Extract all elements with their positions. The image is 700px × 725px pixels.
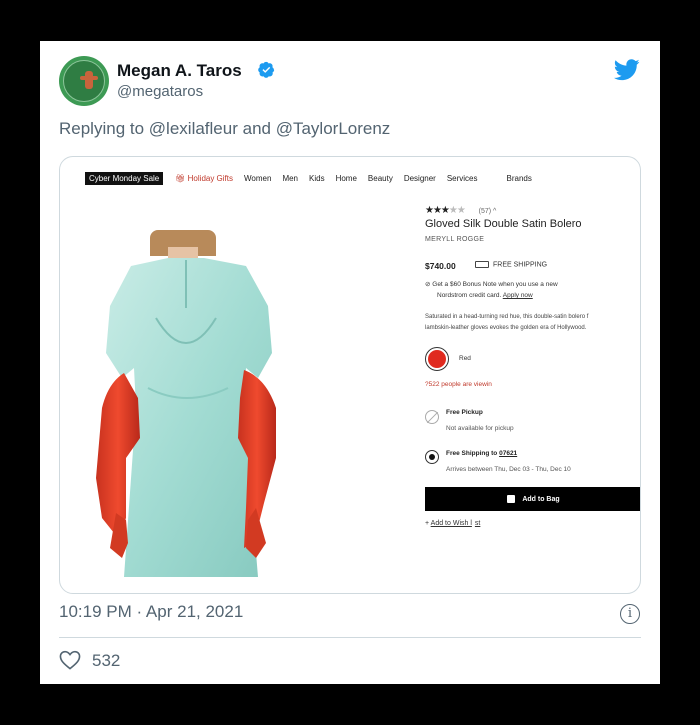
- author-handle[interactable]: @megataros: [117, 83, 203, 100]
- replying-and: and: [242, 119, 271, 138]
- avatar-figure: [85, 71, 93, 89]
- verified-badge-icon: [258, 61, 275, 78]
- nav-holiday-gifts: 🎁︎ Holiday Gifts: [175, 174, 233, 183]
- bonus-line-1: Get a $60 Bonus Note when you use a new: [432, 281, 558, 288]
- avatar[interactable]: [59, 56, 109, 106]
- desc-line-2: lambskin-leather gloves evokes the golde…: [425, 325, 587, 331]
- shipping-radio-selected: [425, 450, 439, 464]
- add-to-bag-button: Add to Bag: [425, 487, 640, 511]
- nav-designer: Designer: [403, 174, 436, 183]
- mention-lexilafleur[interactable]: @lexilafleur: [149, 119, 238, 138]
- color-name: Red: [459, 355, 471, 362]
- store-nav: Cyber Monday Sale 🎁︎ Holiday Gifts Women…: [85, 172, 543, 185]
- pickup-subtitle: Not available for pickup: [446, 425, 514, 432]
- tweet-timestamp[interactable]: 10:19 PM · Apr 21, 2021: [59, 602, 243, 622]
- twitter-bird-icon[interactable]: [614, 59, 640, 81]
- shipping-arrival: Arrives between Thu, Dec 03 - Thu, Dec 1…: [446, 466, 571, 473]
- shipping-title-label: Free Shipping to: [446, 450, 498, 457]
- like-count: 532: [92, 651, 121, 670]
- attached-image[interactable]: Cyber Monday Sale 🎁︎ Holiday Gifts Women…: [59, 156, 641, 594]
- free-shipping-label: FREE SHIPPING: [493, 261, 548, 269]
- shipping-zip: 07621: [499, 450, 518, 457]
- shipping-title: Free Shipping to 07621: [446, 450, 517, 457]
- wishlist-label-end: st: [474, 520, 481, 527]
- replying-to: Replying to @lexilafleur and @TaylorLore…: [59, 119, 390, 139]
- replying-prefix: Replying to: [59, 119, 145, 138]
- free-shipping-badge: FREE SHIPPING: [475, 261, 547, 268]
- wishlist-label: Add to Wish l: [430, 520, 472, 527]
- tweet-card: Megan A. Taros @megataros Replying to @l…: [40, 41, 660, 684]
- viewing-count: ?522 people are viewin: [425, 381, 492, 388]
- product-brand: MERYLL ROGGE: [425, 236, 485, 243]
- avatar-badge: [63, 60, 105, 102]
- bag-icon: [507, 495, 516, 503]
- nav-home: Home: [335, 174, 357, 183]
- dress-image: [96, 258, 276, 577]
- heart-icon[interactable]: [59, 650, 81, 670]
- desc-line-1: Saturated in a head-turning red hue, thi…: [425, 314, 589, 320]
- product-title: Gloved Silk Double Satin Bolero: [425, 218, 582, 230]
- truck-icon: [475, 261, 489, 268]
- avatar-figure-arms: [80, 76, 98, 80]
- nav-women: Women: [244, 174, 272, 183]
- product-price: $740.00: [425, 261, 456, 271]
- nav-holiday-gifts-label: Holiday Gifts: [187, 174, 234, 183]
- nav-brands: Brands: [506, 174, 532, 183]
- add-to-bag-label: Add to Bag: [522, 495, 560, 503]
- nav-cyber-monday: Cyber Monday Sale: [85, 172, 164, 185]
- star-half: ★★: [448, 205, 466, 216]
- swatch-fill: [428, 350, 446, 368]
- add-to-wishlist: + Add to Wish l st: [425, 520, 480, 527]
- author-name[interactable]: Megan A. Taros: [117, 61, 242, 81]
- info-icon[interactable]: i: [620, 604, 640, 624]
- product-photo: [80, 225, 295, 577]
- nav-kids: Kids: [309, 174, 325, 183]
- pickup-title: Free Pickup: [446, 409, 483, 416]
- radio-dot: [429, 454, 435, 460]
- nav-men: Men: [282, 174, 298, 183]
- stars-glyphs: ★★★: [425, 205, 450, 216]
- gift-icon: 🎁︎: [175, 174, 188, 183]
- review-count: (57) ^: [478, 208, 497, 215]
- apply-now-link: Apply now: [502, 292, 533, 299]
- bonus-line-2: Nordstrom credit card.: [437, 292, 502, 299]
- rating-stars: ★★★★★ (57) ^: [425, 205, 496, 216]
- color-swatch: [425, 347, 449, 371]
- product-description: Saturated in a head-turning red hue, thi…: [425, 312, 588, 334]
- nav-services: Services: [446, 174, 478, 183]
- mention-taylorlorenz[interactable]: @TaylorLorenz: [276, 119, 391, 138]
- bonus-note: ⊘ Get a $60 Bonus Note when you use a ne…: [425, 279, 640, 301]
- pickup-radio-disabled: [425, 410, 439, 424]
- divider: [59, 637, 641, 638]
- nav-beauty: Beauty: [367, 174, 393, 183]
